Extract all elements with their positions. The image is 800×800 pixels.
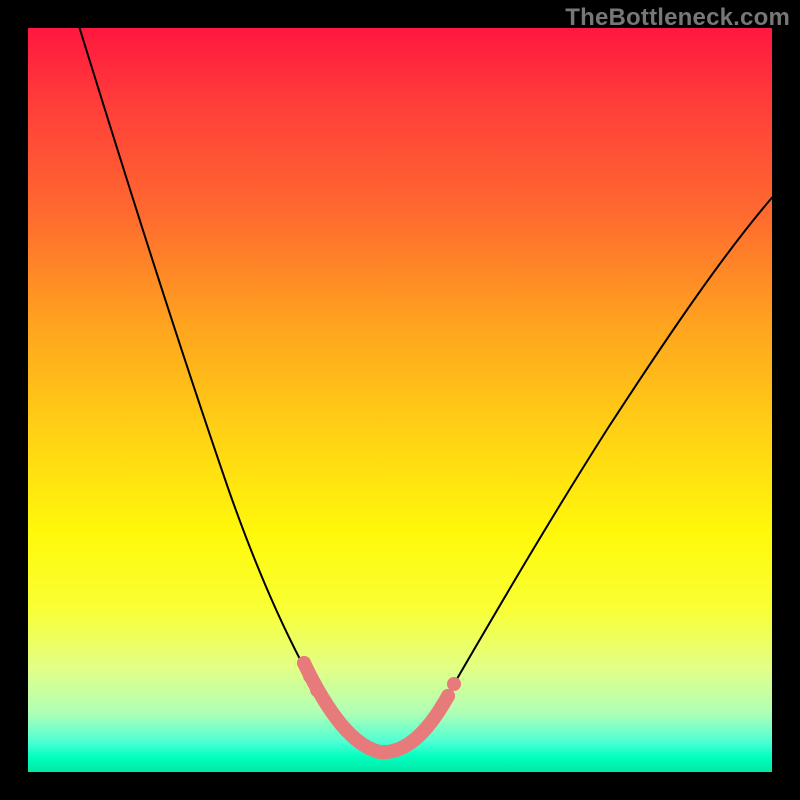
- pink-dot: [435, 699, 449, 713]
- pink-dot: [303, 669, 317, 683]
- pink-dot: [441, 689, 455, 703]
- chart-stage: TheBottleneck.com: [0, 0, 800, 800]
- bottleneck-curve-left: [78, 28, 318, 693]
- pink-dot: [447, 677, 461, 691]
- bottleneck-curve-right: [440, 193, 772, 708]
- pink-dot: [310, 683, 324, 697]
- bottleneck-curve-valley: [318, 693, 440, 752]
- chart-plot-area: [28, 28, 772, 772]
- pink-dot: [297, 656, 311, 670]
- optimal-range-highlight: [304, 663, 448, 752]
- chart-svg: [28, 28, 772, 772]
